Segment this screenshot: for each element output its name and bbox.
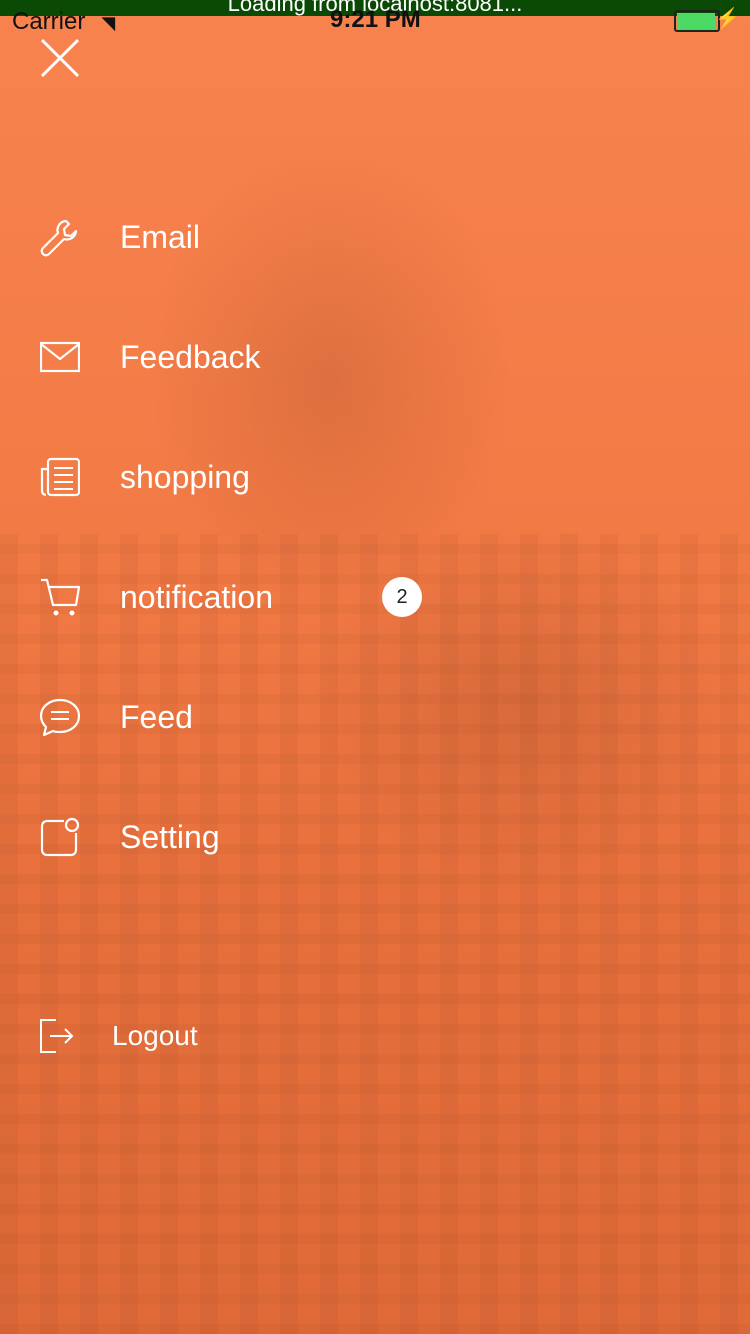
wrench-icon [40, 219, 78, 257]
menu-item-setting[interactable]: Setting [40, 812, 460, 862]
cart-icon [41, 578, 80, 616]
charging-bolt-icon: ⚡ [715, 8, 740, 30]
close-button[interactable] [40, 38, 80, 78]
background-city-texture [0, 534, 750, 1334]
carrier-label: Carrier ◥ [12, 8, 115, 36]
logout-label: Logout [112, 1020, 198, 1051]
menu-item-label: notification [120, 578, 273, 615]
menu-item-feed[interactable]: Feed [40, 692, 460, 742]
notification-badge: 2 [382, 577, 422, 617]
menu-item-email[interactable]: Email [40, 212, 460, 262]
logout-icon [40, 1019, 74, 1053]
menu-item-label: Feed [120, 698, 193, 735]
wifi-icon: ◥ [101, 13, 116, 33]
newspaper-icon [40, 457, 80, 497]
settings-square-icon [40, 817, 80, 857]
logout-button[interactable]: Logout [40, 1016, 198, 1056]
menu-item-label: shopping [120, 458, 250, 495]
carrier-text: Carrier [12, 8, 86, 35]
menu-item-label: Feedback [120, 338, 261, 375]
battery-icon [674, 10, 720, 32]
menu-item-feedback[interactable]: Feedback [40, 332, 460, 382]
close-icon [40, 38, 80, 78]
status-bar: Loading from localhost:8081... Carrier ◥ … [0, 0, 750, 36]
menu-item-label: Setting [120, 818, 220, 855]
status-time: 9:21 PM [330, 6, 421, 33]
chat-bubble-icon [40, 698, 80, 737]
envelope-icon [40, 341, 80, 373]
menu-item-label: Email [120, 218, 201, 255]
menu-item-shopping[interactable]: shopping [40, 452, 460, 502]
menu-item-notification[interactable]: notification 2 [40, 572, 460, 622]
